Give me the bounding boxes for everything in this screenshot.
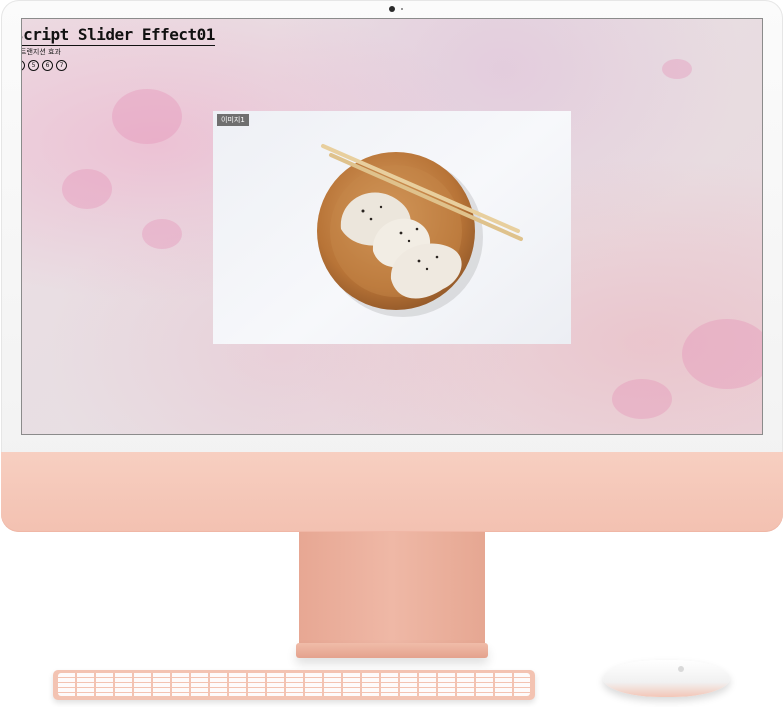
slide-dot-4[interactable]: 4 [22, 60, 25, 71]
slide-dot-5[interactable]: 5 [28, 60, 39, 71]
monitor-stand [299, 532, 485, 645]
screen: script Slider Effect01 트랜지션 효과 4 5 6 7 이… [21, 18, 763, 435]
monitor-chin [1, 452, 783, 532]
camera-sensor [401, 8, 403, 10]
slide-dot-7[interactable]: 7 [56, 60, 67, 71]
keyboard [53, 670, 535, 700]
page-title: script Slider Effect01 [22, 25, 215, 46]
camera-icon [389, 6, 395, 12]
slide-image: 이미지1 [213, 111, 571, 344]
stand-foot [296, 643, 488, 658]
imac-mockup: script Slider Effect01 트랜지션 효과 4 5 6 7 이… [0, 0, 784, 707]
slide-pagination: 4 5 6 7 [22, 60, 67, 71]
apple-logo-icon [678, 666, 684, 672]
page-subtitle: 트랜지션 효과 [21, 48, 61, 56]
mouse [603, 660, 730, 697]
slide-dot-6[interactable]: 6 [42, 60, 53, 71]
dumpling-photo [317, 144, 523, 317]
